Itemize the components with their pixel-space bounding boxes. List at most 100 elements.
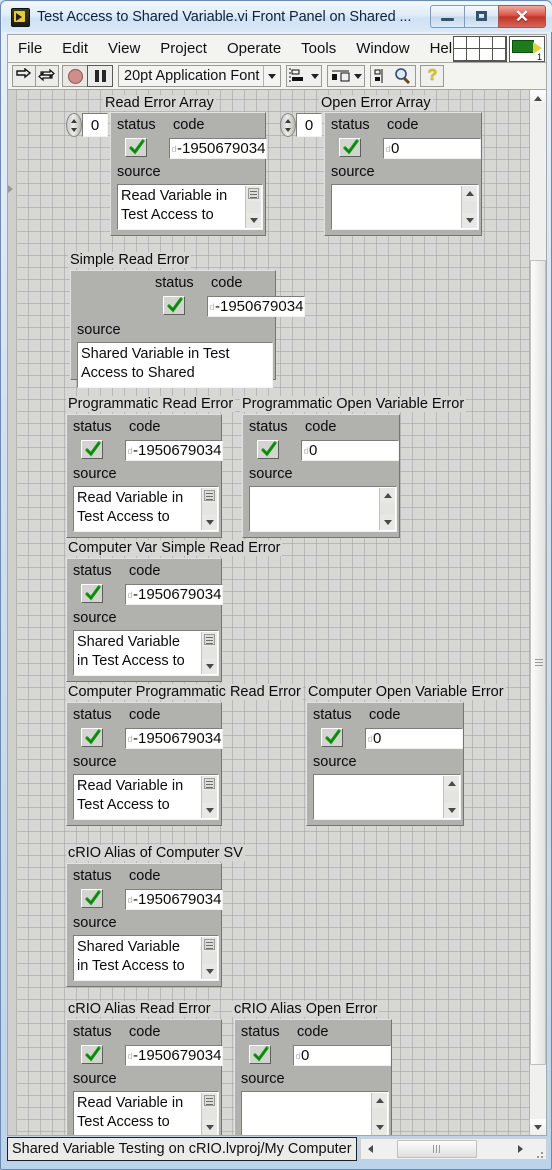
scroll-up-icon[interactable] (380, 488, 395, 503)
cluster-programmatic-open-variable-error[interactable]: status code d 0 source (242, 414, 400, 538)
cluster-crio-alias-of-computer-sv[interactable]: status code d -1950679034 source Shared … (66, 863, 223, 987)
source-scrollbar[interactable] (201, 488, 217, 530)
scroll-down-icon[interactable] (202, 659, 217, 674)
scroll-up-icon[interactable] (444, 776, 459, 791)
status-boolean-indicator[interactable] (125, 138, 147, 157)
scroll-down-button[interactable] (530, 1119, 546, 1135)
source-string-indicator[interactable]: Read Variable in Test Access to (73, 774, 219, 820)
source-string-indicator[interactable]: Read Variable in Test Access to (117, 184, 263, 230)
index-value[interactable]: 0 (82, 113, 108, 137)
chevron-down-icon[interactable] (354, 73, 363, 79)
scroll-grip-icon[interactable] (202, 937, 217, 952)
panel-vertical-scrollbar[interactable] (529, 90, 546, 1135)
menu-item-operate[interactable]: Operate (218, 38, 290, 59)
menu-item-edit[interactable]: Edit (53, 38, 97, 59)
scroll-grip-icon[interactable] (202, 632, 217, 647)
source-scrollbar[interactable] (201, 1093, 217, 1135)
scroll-down-icon[interactable] (202, 964, 217, 979)
source-string-indicator[interactable]: Shared Variable in Test Access to Shared (77, 342, 273, 388)
chevron-down-icon[interactable] (263, 66, 280, 86)
reorder-search-group[interactable] (370, 65, 417, 87)
scroll-down-icon[interactable] (202, 515, 217, 530)
code-numeric-indicator[interactable]: d -1950679034 (125, 889, 223, 910)
minimize-button[interactable] (430, 5, 464, 28)
source-string-indicator[interactable]: Shared Variable in Test Access to (73, 935, 219, 981)
source-scrollbar[interactable] (443, 776, 459, 818)
scroll-down-icon[interactable] (380, 515, 395, 530)
vi-terminal-icon[interactable]: 1 (509, 36, 545, 62)
index-spinner[interactable] (66, 113, 82, 137)
code-numeric-indicator[interactable]: d -1950679034 (125, 440, 223, 461)
scroll-grip-icon[interactable] (202, 488, 217, 503)
cluster-crio-alias-open-error[interactable]: status code d 0 source (234, 1019, 392, 1135)
run-button[interactable] (12, 65, 36, 87)
scroll-down-icon[interactable] (202, 803, 217, 818)
open-error-array-index[interactable]: 0 (280, 113, 322, 137)
close-button[interactable]: ✕ (498, 5, 546, 28)
source-scrollbar[interactable] (201, 937, 217, 979)
status-boolean-indicator[interactable] (163, 296, 185, 315)
menu-item-file[interactable]: File (9, 38, 51, 59)
source-scrollbar[interactable] (461, 186, 477, 228)
menu-item-project[interactable]: Project (151, 38, 216, 59)
index-spinner[interactable] (280, 113, 296, 137)
source-string-indicator[interactable]: Read Variable in Test Access to (73, 486, 219, 532)
scroll-down-icon[interactable] (444, 803, 459, 818)
source-string-indicator[interactable] (241, 1091, 389, 1135)
status-boolean-indicator[interactable] (339, 138, 361, 157)
scroll-up-icon[interactable] (462, 186, 477, 201)
code-numeric-indicator[interactable]: d 0 (383, 138, 481, 159)
status-boolean-indicator[interactable] (81, 728, 103, 747)
scroll-down-icon[interactable] (202, 1120, 217, 1135)
scroll-right-button[interactable] (511, 1139, 530, 1159)
pause-button[interactable] (87, 65, 113, 87)
menu-item-tools[interactable]: Tools (292, 38, 345, 59)
scroll-up-icon[interactable] (372, 1093, 387, 1108)
cluster-simple-read-error[interactable]: status code d -1950679034 source Shared … (70, 270, 305, 388)
scroll-grip-icon[interactable] (202, 1093, 217, 1108)
code-numeric-indicator[interactable]: d -1950679034 (125, 1045, 223, 1066)
source-string-indicator[interactable] (313, 774, 461, 820)
status-boolean-indicator[interactable] (321, 728, 343, 747)
status-boolean-indicator[interactable] (249, 1045, 271, 1064)
cluster-read-error-array[interactable]: status code d -1950679034 source Read Va… (110, 112, 267, 236)
cluster-computer-var-simple-read-error[interactable]: status code d -1950679034 source Shared … (66, 558, 223, 682)
scroll-down-icon[interactable] (462, 213, 477, 228)
source-scrollbar[interactable] (379, 488, 395, 530)
code-numeric-indicator[interactable]: d -1950679034 (125, 584, 223, 605)
code-numeric-indicator[interactable]: d 0 (365, 728, 463, 749)
font-selector[interactable]: 20pt Application Font (118, 65, 282, 87)
source-string-indicator[interactable] (331, 184, 479, 230)
resize-grip-icon[interactable] (532, 1138, 546, 1160)
run-continuously-button[interactable] (35, 65, 59, 87)
scroll-grip-icon[interactable] (246, 186, 261, 201)
cluster-computer-programmatic-read-error[interactable]: status code d -1950679034 source Read Va… (66, 702, 223, 826)
code-numeric-indicator[interactable]: d -1950679034 (207, 296, 305, 317)
scroll-left-button[interactable] (361, 1139, 380, 1159)
status-boolean-indicator[interactable] (257, 440, 279, 459)
cluster-open-error-array[interactable]: status code d 0 source (324, 112, 482, 236)
status-boolean-indicator[interactable] (81, 1045, 103, 1064)
scroll-grip-icon[interactable] (202, 776, 217, 791)
code-numeric-indicator[interactable]: d 0 (293, 1045, 391, 1066)
status-boolean-indicator[interactable] (81, 584, 103, 603)
source-string-indicator[interactable] (249, 486, 397, 532)
status-boolean-indicator[interactable] (81, 889, 103, 908)
front-panel-canvas[interactable]: Read Error Array 0 status code d -195067… (8, 90, 530, 1135)
source-string-indicator[interactable]: Shared Variable in Test Access to (73, 630, 219, 676)
cluster-programmatic-read-error[interactable]: status code d -1950679034 source Read Va… (66, 414, 223, 538)
source-scrollbar[interactable] (245, 186, 261, 228)
horizontal-scrollbar[interactable] (359, 1138, 547, 1160)
code-numeric-indicator[interactable]: d -1950679034 (125, 728, 223, 749)
connector-pane-icon[interactable] (453, 36, 507, 62)
cluster-computer-open-variable-error[interactable]: status code d 0 source (306, 702, 464, 826)
status-boolean-indicator[interactable] (81, 440, 103, 459)
code-numeric-indicator[interactable]: d -1950679034 (169, 138, 267, 159)
chevron-down-icon[interactable] (311, 73, 320, 79)
menu-item-window[interactable]: Window (347, 38, 418, 59)
hscrollbar-thumb[interactable] (396, 1140, 477, 1158)
code-numeric-indicator[interactable]: d 0 (301, 440, 399, 461)
menu-item-view[interactable]: View (99, 38, 149, 59)
cluster-crio-alias-read-error[interactable]: status code d -1950679034 source Read Va… (66, 1019, 223, 1135)
context-help-button[interactable]: ? (420, 65, 445, 87)
